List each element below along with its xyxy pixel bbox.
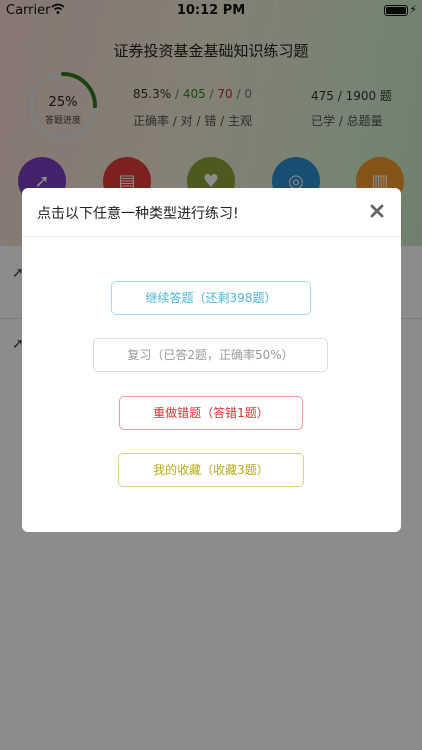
dialog-title: 点击以下任意一种类型进行练习!	[37, 206, 239, 222]
close-icon[interactable]	[370, 204, 384, 218]
redo-wrong-button[interactable]: 重做错题（答错1题）	[119, 396, 303, 430]
review-button[interactable]: 复习（已答2题，正确率50%）	[93, 338, 328, 372]
continue-answering-button[interactable]: 继续答题（还剩398题）	[111, 281, 311, 315]
dialog-divider	[22, 236, 401, 237]
practice-type-dialog: 点击以下任意一种类型进行练习! 继续答题（还剩398题） 复习（已答2题，正确率…	[22, 188, 401, 532]
my-favorites-button[interactable]: 我的收藏（收藏3题）	[118, 453, 304, 487]
